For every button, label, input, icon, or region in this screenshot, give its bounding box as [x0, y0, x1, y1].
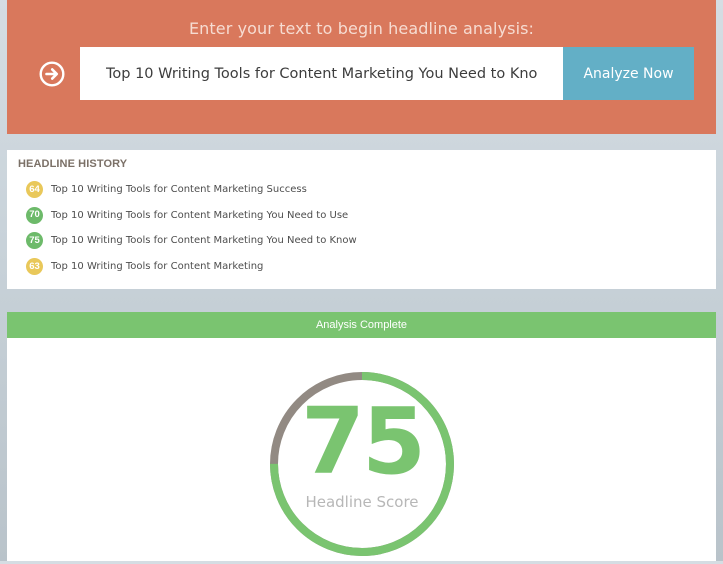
headline-score-label: Headline Score — [305, 493, 419, 511]
score-badge: 64 — [26, 181, 43, 198]
headline-history-panel: HEADLINE HISTORY 64 Top 10 Writing Tools… — [7, 150, 716, 289]
score-badge: 63 — [26, 258, 43, 276]
headline-score-value: 75 — [300, 388, 426, 495]
analyze-now-button[interactable]: Analyze Now — [563, 47, 694, 100]
history-headline[interactable]: Top 10 Writing Tools for Content Marketi… — [51, 210, 348, 221]
history-item[interactable]: 75 Top 10 Writing Tools for Content Mark… — [26, 232, 357, 250]
history-item[interactable]: 64 Top 10 Writing Tools for Content Mark… — [26, 181, 357, 198]
score-badge: 75 — [26, 232, 43, 250]
circle-arrow-right-icon[interactable] — [39, 61, 65, 87]
history-list: 64 Top 10 Writing Tools for Content Mark… — [26, 181, 357, 284]
analysis-status-bar: Analysis Complete — [7, 312, 716, 338]
history-headline[interactable]: Top 10 Writing Tools for Content Marketi… — [51, 184, 307, 195]
score-badge: 70 — [26, 206, 43, 224]
history-item[interactable]: 63 Top 10 Writing Tools for Content Mark… — [26, 258, 357, 276]
analyzer-title: Enter your text to begin headline analys… — [188, 19, 535, 38]
history-title: HEADLINE HISTORY — [18, 158, 128, 170]
history-headline[interactable]: Top 10 Writing Tools for Content Marketi… — [51, 235, 357, 246]
headline-analyzer-panel: Enter your text to begin headline analys… — [7, 0, 716, 134]
history-headline[interactable]: Top 10 Writing Tools for Content Marketi… — [51, 261, 263, 272]
analysis-panel: Analysis Complete 75 Headline Score — [7, 312, 716, 561]
headline-input[interactable] — [80, 47, 563, 100]
history-item[interactable]: 70 Top 10 Writing Tools for Content Mark… — [26, 206, 357, 224]
